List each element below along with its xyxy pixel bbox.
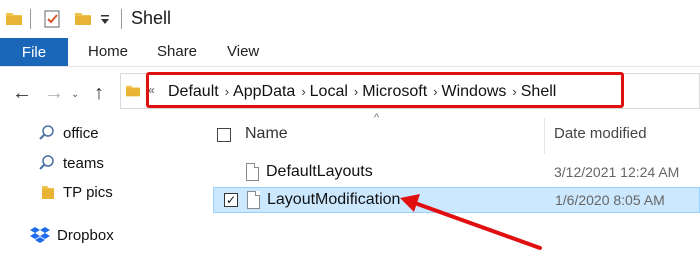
ribbon: File Home Share View bbox=[0, 38, 700, 66]
search-icon bbox=[38, 154, 56, 172]
list-item[interactable]: DefaultLayouts 3/12/2021 12:24 AM bbox=[213, 160, 700, 186]
nav-item-tp-pics[interactable]: TP pics bbox=[38, 181, 113, 203]
dropbox-icon bbox=[30, 226, 50, 244]
address-highlight-box bbox=[146, 72, 624, 108]
file-icon bbox=[247, 191, 260, 209]
row-checkbox[interactable]: ✓ bbox=[224, 193, 238, 207]
recent-locations-icon[interactable]: ⌄ bbox=[71, 89, 79, 100]
tab-view[interactable]: View bbox=[227, 43, 259, 60]
title-bar: Shell bbox=[0, 0, 700, 38]
search-icon bbox=[38, 124, 56, 142]
file-name: DefaultLayouts bbox=[266, 163, 373, 180]
forward-button[interactable]: → bbox=[44, 83, 64, 103]
title-separator bbox=[30, 9, 31, 29]
column-header-name[interactable]: Name bbox=[245, 125, 288, 143]
navigation-pane: office teams TP pics Dropbox bbox=[0, 118, 200, 262]
nav-item-label: teams bbox=[63, 154, 104, 172]
select-all-checkbox[interactable] bbox=[217, 128, 231, 142]
nav-item-label: Dropbox bbox=[57, 226, 114, 244]
nav-item-teams[interactable]: teams bbox=[38, 152, 104, 174]
back-button[interactable]: ← bbox=[12, 83, 32, 103]
new-folder-icon[interactable] bbox=[75, 12, 91, 30]
column-header-date-modified[interactable]: Date modified bbox=[554, 125, 647, 142]
file-date: 1/6/2020 8:05 AM bbox=[555, 192, 665, 208]
file-icon bbox=[246, 163, 259, 181]
nav-item-dropbox[interactable]: Dropbox bbox=[30, 224, 114, 246]
tab-share[interactable]: Share bbox=[157, 43, 197, 60]
customize-toolbar-icon[interactable] bbox=[99, 12, 111, 31]
nav-item-office[interactable]: office bbox=[38, 122, 99, 144]
folder-icon bbox=[6, 12, 22, 30]
file-date: 3/12/2021 12:24 AM bbox=[554, 164, 680, 180]
up-button[interactable]: ↑ bbox=[94, 83, 104, 103]
folder-icon bbox=[38, 184, 56, 200]
folder-icon bbox=[126, 84, 140, 102]
tab-home[interactable]: Home bbox=[88, 43, 128, 60]
nav-item-label: office bbox=[63, 124, 99, 142]
properties-icon[interactable] bbox=[44, 10, 61, 33]
file-name: LayoutModification bbox=[267, 191, 401, 208]
annotation-arrow bbox=[400, 194, 542, 250]
nav-item-label: TP pics bbox=[63, 183, 113, 201]
window-title: Shell bbox=[131, 8, 172, 28]
sort-ascending-icon: ^ bbox=[374, 112, 380, 124]
title-separator bbox=[121, 9, 122, 29]
tab-file[interactable]: File bbox=[0, 38, 68, 66]
column-divider[interactable] bbox=[544, 118, 545, 154]
